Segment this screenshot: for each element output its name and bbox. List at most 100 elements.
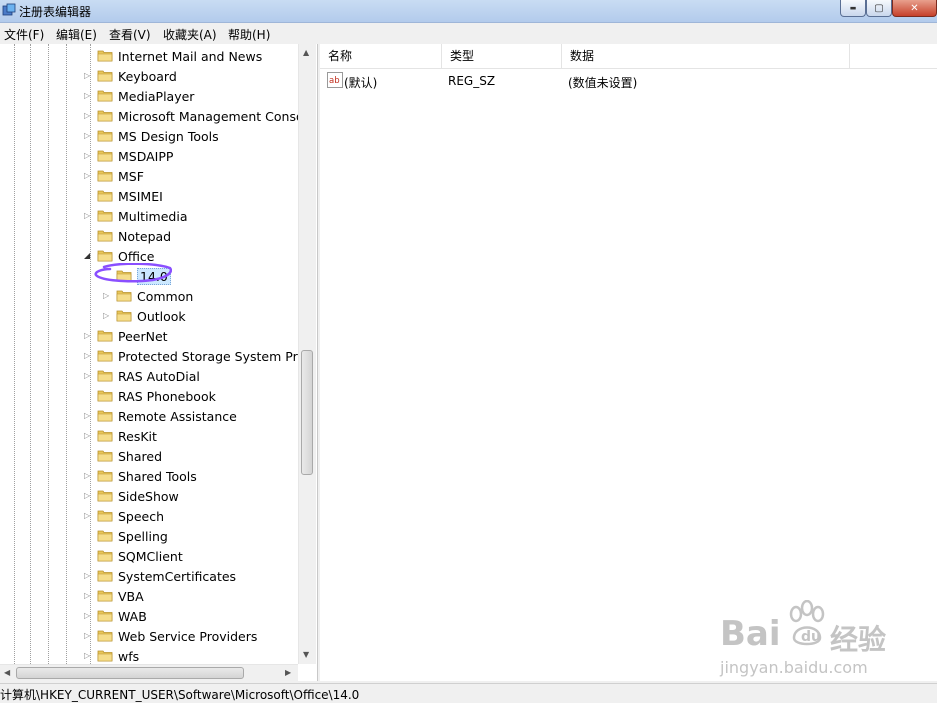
tree-item[interactable]: ▷ RAS AutoDial xyxy=(0,366,317,386)
folder-icon xyxy=(97,330,113,342)
tree-item[interactable]: ▷ Remote Assistance xyxy=(0,406,317,426)
tree-item[interactable]: ▷ Outlook xyxy=(0,306,317,326)
tree-item-label: SystemCertificates xyxy=(118,569,237,584)
tree-item[interactable]: ▷ PeerNet xyxy=(0,326,317,346)
tree-item[interactable]: ▷ SystemCertificates xyxy=(0,566,317,586)
status-bar: 计算机\HKEY_CURRENT_USER\Software\Microsoft… xyxy=(0,683,937,702)
registry-editor-icon xyxy=(2,3,16,16)
expand-arrow-icon[interactable]: ▷ xyxy=(84,131,92,141)
tree-item[interactable]: ▷ Shared Tools xyxy=(0,466,317,486)
folder-icon xyxy=(97,450,113,462)
expand-arrow-icon[interactable]: ▷ xyxy=(84,431,92,441)
tree-vertical-scrollbar[interactable]: ▲ ▼ xyxy=(298,44,316,664)
expand-arrow-icon[interactable]: ▷ xyxy=(84,371,92,381)
tree-item[interactable]: ▷ Speech xyxy=(0,506,317,526)
svg-text:du: du xyxy=(801,629,821,645)
tree-item[interactable]: ▷ Common xyxy=(0,286,317,306)
folder-icon xyxy=(97,530,113,542)
tree-horizontal-scrollbar[interactable]: ◀ ▶ xyxy=(0,664,298,682)
expand-arrow-icon[interactable]: ▷ xyxy=(103,291,111,301)
tree-item[interactable]: MSIMEI xyxy=(0,186,317,206)
folder-icon xyxy=(97,510,113,522)
registry-tree[interactable]: Internet Mail and News ▷ Keyboard ▷ MediaPla… xyxy=(0,44,318,681)
tree-item[interactable]: Internet Mail and News xyxy=(0,46,317,66)
expand-arrow-icon[interactable]: ▷ xyxy=(84,651,92,661)
folder-icon xyxy=(97,110,113,122)
minimize-icon: ▬ xyxy=(849,4,857,12)
folder-icon xyxy=(97,490,113,502)
tree-item[interactable]: ▷ wfs xyxy=(0,646,317,666)
expand-arrow-icon[interactable]: ▷ xyxy=(84,351,92,361)
folder-icon xyxy=(116,290,132,302)
tree-item[interactable]: ▷ VBA xyxy=(0,586,317,606)
expand-arrow-icon[interactable]: ▷ xyxy=(84,491,92,501)
values-list[interactable]: 名称 类型 数据 ab (默认) REG_SZ (数值未设置) xyxy=(320,44,937,681)
scroll-left-icon[interactable]: ◀ xyxy=(4,668,10,677)
value-data: (数值未设置) xyxy=(568,76,638,90)
tree-item[interactable]: Notepad xyxy=(0,226,317,246)
scroll-up-icon[interactable]: ▲ xyxy=(303,48,309,57)
title-bar: 注册表编辑器 ▬ ▢ ✕ xyxy=(0,0,937,23)
expand-arrow-icon[interactable]: ▷ xyxy=(84,631,92,641)
menu-view[interactable]: 查看(V) xyxy=(109,26,151,43)
tree-item[interactable]: ▷ Microsoft Management Conso xyxy=(0,106,317,126)
expand-arrow-icon[interactable]: ▷ xyxy=(84,91,92,101)
close-button[interactable]: ✕ xyxy=(892,0,937,17)
folder-icon xyxy=(97,70,113,82)
watermark-suffix: 经验 xyxy=(830,623,887,656)
column-header-data[interactable]: 数据 xyxy=(562,44,850,68)
tree-horizontal-scroll-thumb[interactable] xyxy=(16,667,244,679)
expand-arrow-icon[interactable]: ▷ xyxy=(84,211,92,221)
tree-item-label: Spelling xyxy=(118,529,168,544)
value-type: REG_SZ xyxy=(448,74,496,88)
column-header-name[interactable]: 名称 xyxy=(320,44,442,68)
expand-arrow-icon[interactable]: ▷ xyxy=(84,611,92,621)
tree-item[interactable]: ▷ MSF xyxy=(0,166,317,186)
expand-arrow-icon[interactable]: ▷ xyxy=(84,591,92,601)
menu-file[interactable]: 文件(F) xyxy=(4,26,44,43)
tree-item[interactable]: ▷ MSDAIPP xyxy=(0,146,317,166)
folder-icon xyxy=(97,250,113,262)
tree-item[interactable]: ▷ SideShow xyxy=(0,486,317,506)
maximize-button[interactable]: ▢ xyxy=(866,0,892,17)
status-path: 计算机\HKEY_CURRENT_USER\Software\Microsoft… xyxy=(0,688,360,702)
expand-arrow-icon[interactable]: ▷ xyxy=(84,171,92,181)
menu-favorites[interactable]: 收藏夹(A) xyxy=(163,26,217,43)
expand-arrow-icon[interactable]: ▷ xyxy=(84,411,92,421)
menu-help[interactable]: 帮助(H) xyxy=(228,26,270,43)
tree-item[interactable]: RAS Phonebook xyxy=(0,386,317,406)
scroll-right-icon[interactable]: ▶ xyxy=(285,668,291,677)
tree-item-label: Protected Storage System Prov xyxy=(118,349,313,364)
folder-icon xyxy=(97,370,113,382)
column-header-type[interactable]: 类型 xyxy=(442,44,562,68)
tree-item[interactable]: Shared xyxy=(0,446,317,466)
tree-item-label: MSF xyxy=(118,169,144,184)
tree-item[interactable]: ▷ MS Design Tools xyxy=(0,126,317,146)
tree-item-label: Keyboard xyxy=(118,69,177,84)
tree-item[interactable]: ▷ ResKit xyxy=(0,426,317,446)
expand-arrow-icon[interactable]: ▷ xyxy=(84,511,92,521)
tree-item[interactable]: ▷ Web Service Providers xyxy=(0,626,317,646)
expand-arrow-icon[interactable]: ▷ xyxy=(84,571,92,581)
expand-arrow-icon[interactable]: ▷ xyxy=(84,471,92,481)
expand-arrow-icon[interactable]: ▷ xyxy=(84,151,92,161)
folder-icon xyxy=(97,650,113,662)
minimize-button[interactable]: ▬ xyxy=(840,0,866,17)
expand-arrow-icon[interactable]: ▷ xyxy=(84,111,92,121)
tree-vertical-scroll-thumb[interactable] xyxy=(301,350,313,475)
folder-icon xyxy=(97,610,113,622)
tree-item[interactable]: ▷ Multimedia xyxy=(0,206,317,226)
tree-item[interactable]: ▷ Protected Storage System Prov xyxy=(0,346,317,366)
expand-arrow-icon[interactable]: ▷ xyxy=(84,331,92,341)
tree-item-label: Microsoft Management Conso xyxy=(118,109,304,124)
expand-arrow-icon[interactable]: ▷ xyxy=(84,71,92,81)
tree-item[interactable]: ▷ MediaPlayer xyxy=(0,86,317,106)
tree-item[interactable]: ▷ WAB xyxy=(0,606,317,626)
tree-item[interactable]: ▷ Keyboard xyxy=(0,66,317,86)
collapse-arrow-icon[interactable]: ◢ xyxy=(84,251,92,261)
expand-arrow-icon[interactable]: ▷ xyxy=(103,311,111,321)
tree-item[interactable]: Spelling xyxy=(0,526,317,546)
scroll-down-icon[interactable]: ▼ xyxy=(303,650,309,659)
tree-item[interactable]: SQMClient xyxy=(0,546,317,566)
menu-edit[interactable]: 编辑(E) xyxy=(56,26,97,43)
